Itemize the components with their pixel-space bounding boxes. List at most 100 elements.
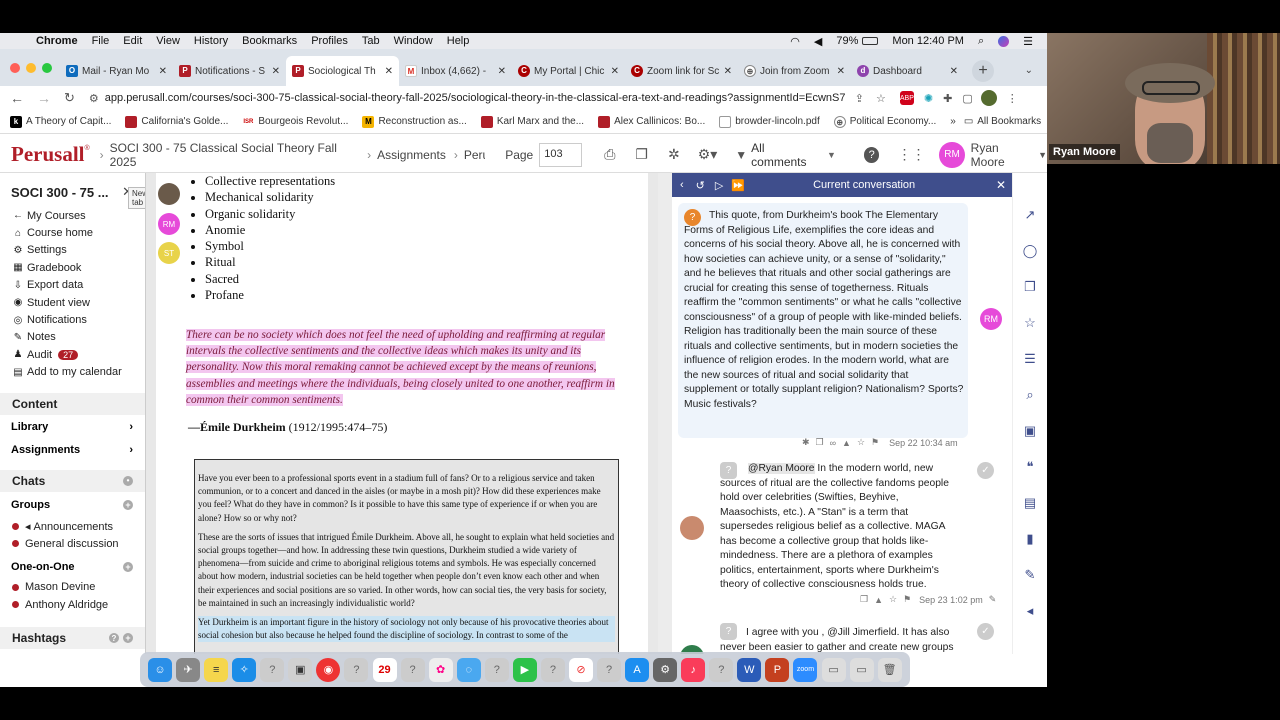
sidebar-library[interactable]: Library ›: [0, 416, 145, 439]
facetime-icon[interactable]: ▶: [512, 657, 537, 682]
analytics-icon[interactable]: ↗: [1013, 197, 1047, 233]
breadcrumb-assignments[interactable]: Assignments: [377, 148, 446, 162]
sidebar-item-export-data[interactable]: ⇩ Export data: [0, 277, 145, 294]
perusall-logo[interactable]: Perusall: [11, 142, 85, 167]
tab-zoom-link[interactable]: C Zoom link for Sc ✕: [625, 56, 738, 86]
extension-icon[interactable]: ✺: [924, 92, 933, 105]
menu-tab[interactable]: Tab: [362, 35, 380, 47]
calendar-icon[interactable]: 29: [372, 657, 397, 682]
spotlight-icon[interactable]: ⌕: [978, 35, 984, 48]
powerpoint-icon[interactable]: P: [765, 657, 790, 682]
tab-inbox[interactable]: M Inbox (4,662) - ✕: [399, 56, 512, 86]
trash-icon[interactable]: 🗑: [877, 657, 902, 682]
profile-avatar-icon[interactable]: [980, 90, 997, 106]
bookmark-item[interactable]: ISR Bourgeois Revolut...: [242, 115, 348, 128]
menu-help[interactable]: Help: [447, 35, 470, 47]
breadcrumb-course[interactable]: SOCI 300 - 75 Classical Social Theory Fa…: [110, 141, 359, 169]
photos-icon[interactable]: ✿: [428, 657, 453, 682]
chat-bubbles-icon[interactable]: ❐: [1013, 269, 1047, 305]
pencil-icon[interactable]: ✎: [1013, 557, 1047, 593]
sidebar-item-audit[interactable]: ♟ Audit 27: [0, 346, 145, 363]
mention-tag[interactable]: @Ryan Moore: [748, 463, 815, 474]
blocked-app-icon[interactable]: ⊘: [568, 657, 593, 682]
tab-notifications[interactable]: P Notifications - S ✕: [173, 56, 286, 86]
commenter-avatar[interactable]: [680, 516, 704, 540]
control-center-icon[interactable]: ☰: [1023, 35, 1033, 48]
star-icon[interactable]: ☆: [857, 437, 865, 448]
link-icon[interactable]: ∞: [830, 438, 836, 448]
tab-mail[interactable]: O Mail - Ryan Mo ✕: [60, 56, 173, 86]
apps-grid-icon[interactable]: ⋮⋮: [897, 146, 925, 163]
star-icon[interactable]: ☆: [889, 594, 897, 605]
pin-icon[interactable]: ✱: [802, 437, 810, 448]
add-group-icon[interactable]: +: [123, 499, 133, 510]
comment-filter-dropdown[interactable]: All comments: [751, 141, 821, 169]
print-icon[interactable]: ⎙: [604, 146, 615, 163]
notes-icon[interactable]: ≡: [204, 657, 229, 682]
list-icon[interactable]: ☰: [1013, 341, 1047, 377]
sidebar-item-calendar[interactable]: ▤ Add to my calendar: [0, 364, 145, 381]
share-icon[interactable]: ⇪: [855, 92, 864, 105]
bookmarks-overflow-icon[interactable]: »: [950, 116, 956, 127]
margin-avatar-rm[interactable]: RM: [158, 213, 180, 235]
adblock-icon[interactable]: ABP: [899, 91, 914, 105]
checkmark-icon[interactable]: ✓: [977, 462, 994, 479]
help-icon[interactable]: ?: [109, 633, 119, 644]
new-tab-button[interactable]: +: [972, 60, 994, 82]
finder-icon[interactable]: ☺: [148, 657, 173, 682]
sidebar-assignments[interactable]: Assignments ›: [0, 439, 145, 462]
reply-text[interactable]: In the modern world, new sources of ritu…: [720, 463, 949, 590]
chat-general-discussion[interactable]: General discussion: [0, 535, 145, 552]
sidebar-course-title[interactable]: SOCI 300 - 75 ...: [11, 185, 109, 200]
chat-mason-devine[interactable]: Mason Devine: [0, 579, 145, 596]
menu-file[interactable]: File: [92, 35, 110, 47]
sidebar-item-notes[interactable]: ✎ Notes: [0, 329, 145, 346]
zoom-window-button[interactable]: [42, 62, 52, 73]
close-icon[interactable]: ✕: [611, 66, 619, 77]
user-name-menu[interactable]: Ryan Moore: [971, 141, 1034, 169]
highlighted-quote[interactable]: There can be no society which does not f…: [186, 327, 626, 408]
copy-icon[interactable]: ❐: [816, 437, 824, 448]
sidebar-item-notifications[interactable]: ◎ Notifications: [0, 311, 145, 328]
menu-edit[interactable]: Edit: [123, 35, 142, 47]
messages-icon[interactable]: ◌: [456, 657, 481, 682]
close-window-button[interactable]: [10, 62, 20, 73]
menu-window[interactable]: Window: [394, 35, 433, 47]
system-settings-icon[interactable]: ⚙: [653, 657, 678, 682]
bookmark-item[interactable]: ⊕ Political Economy...: [833, 115, 936, 128]
chevron-down-icon[interactable]: ▼: [827, 150, 836, 160]
tab-my-portal[interactable]: C My Portal | Chic ✕: [512, 56, 625, 86]
edit-icon[interactable]: ✎: [989, 594, 997, 605]
sidepanel-icon[interactable]: ▢: [962, 92, 972, 105]
minimize-window-button[interactable]: [26, 62, 36, 73]
sidebar-item-course-home[interactable]: ⌂ Course home: [0, 224, 145, 241]
menu-history[interactable]: History: [194, 35, 228, 47]
close-icon[interactable]: ✕: [159, 66, 167, 77]
add-hashtag-icon[interactable]: +: [123, 633, 133, 644]
downloads-stack-icon[interactable]: ▭: [821, 657, 846, 682]
close-icon[interactable]: ✕: [272, 66, 280, 77]
extensions-puzzle-icon[interactable]: ✚: [943, 92, 952, 105]
chrome-icon[interactable]: ◉: [316, 657, 341, 682]
url-field[interactable]: app.perusall.com/courses/soci-300-75-cla…: [105, 92, 845, 104]
history-icon[interactable]: ↺: [696, 179, 705, 192]
menubar-clock[interactable]: Mon 12:40 PM: [892, 35, 964, 47]
comment-bubble-icon[interactable]: ◯: [1013, 233, 1047, 269]
bookmark-item[interactable]: Alex Callinicos: Bo...: [598, 115, 705, 128]
settings-gear-icon[interactable]: ✲: [668, 146, 680, 163]
margin-avatar-st[interactable]: ST: [158, 242, 180, 264]
reload-icon[interactable]: ↻: [64, 90, 75, 106]
bookmark-star-icon[interactable]: ☆: [876, 92, 886, 105]
unknown-app-icon[interactable]: ?: [344, 657, 369, 682]
siri-icon[interactable]: [998, 35, 1010, 47]
chat-announcements[interactable]: ◂ Announcements: [0, 518, 145, 535]
add-chat-icon[interactable]: +: [123, 561, 133, 572]
chat-anthony-aldridge[interactable]: Anthony Aldridge: [0, 596, 145, 613]
copy-icon[interactable]: ❐: [860, 594, 868, 605]
sidebar-item-settings[interactable]: ⚙ Settings: [0, 242, 145, 259]
bookmark-item[interactable]: California's Golde...: [125, 115, 228, 128]
skip-forward-icon[interactable]: ⏩: [731, 179, 745, 192]
menu-bookmarks[interactable]: Bookmarks: [242, 35, 297, 47]
close-icon[interactable]: ✕: [837, 66, 845, 77]
close-icon[interactable]: ✕: [385, 66, 393, 77]
